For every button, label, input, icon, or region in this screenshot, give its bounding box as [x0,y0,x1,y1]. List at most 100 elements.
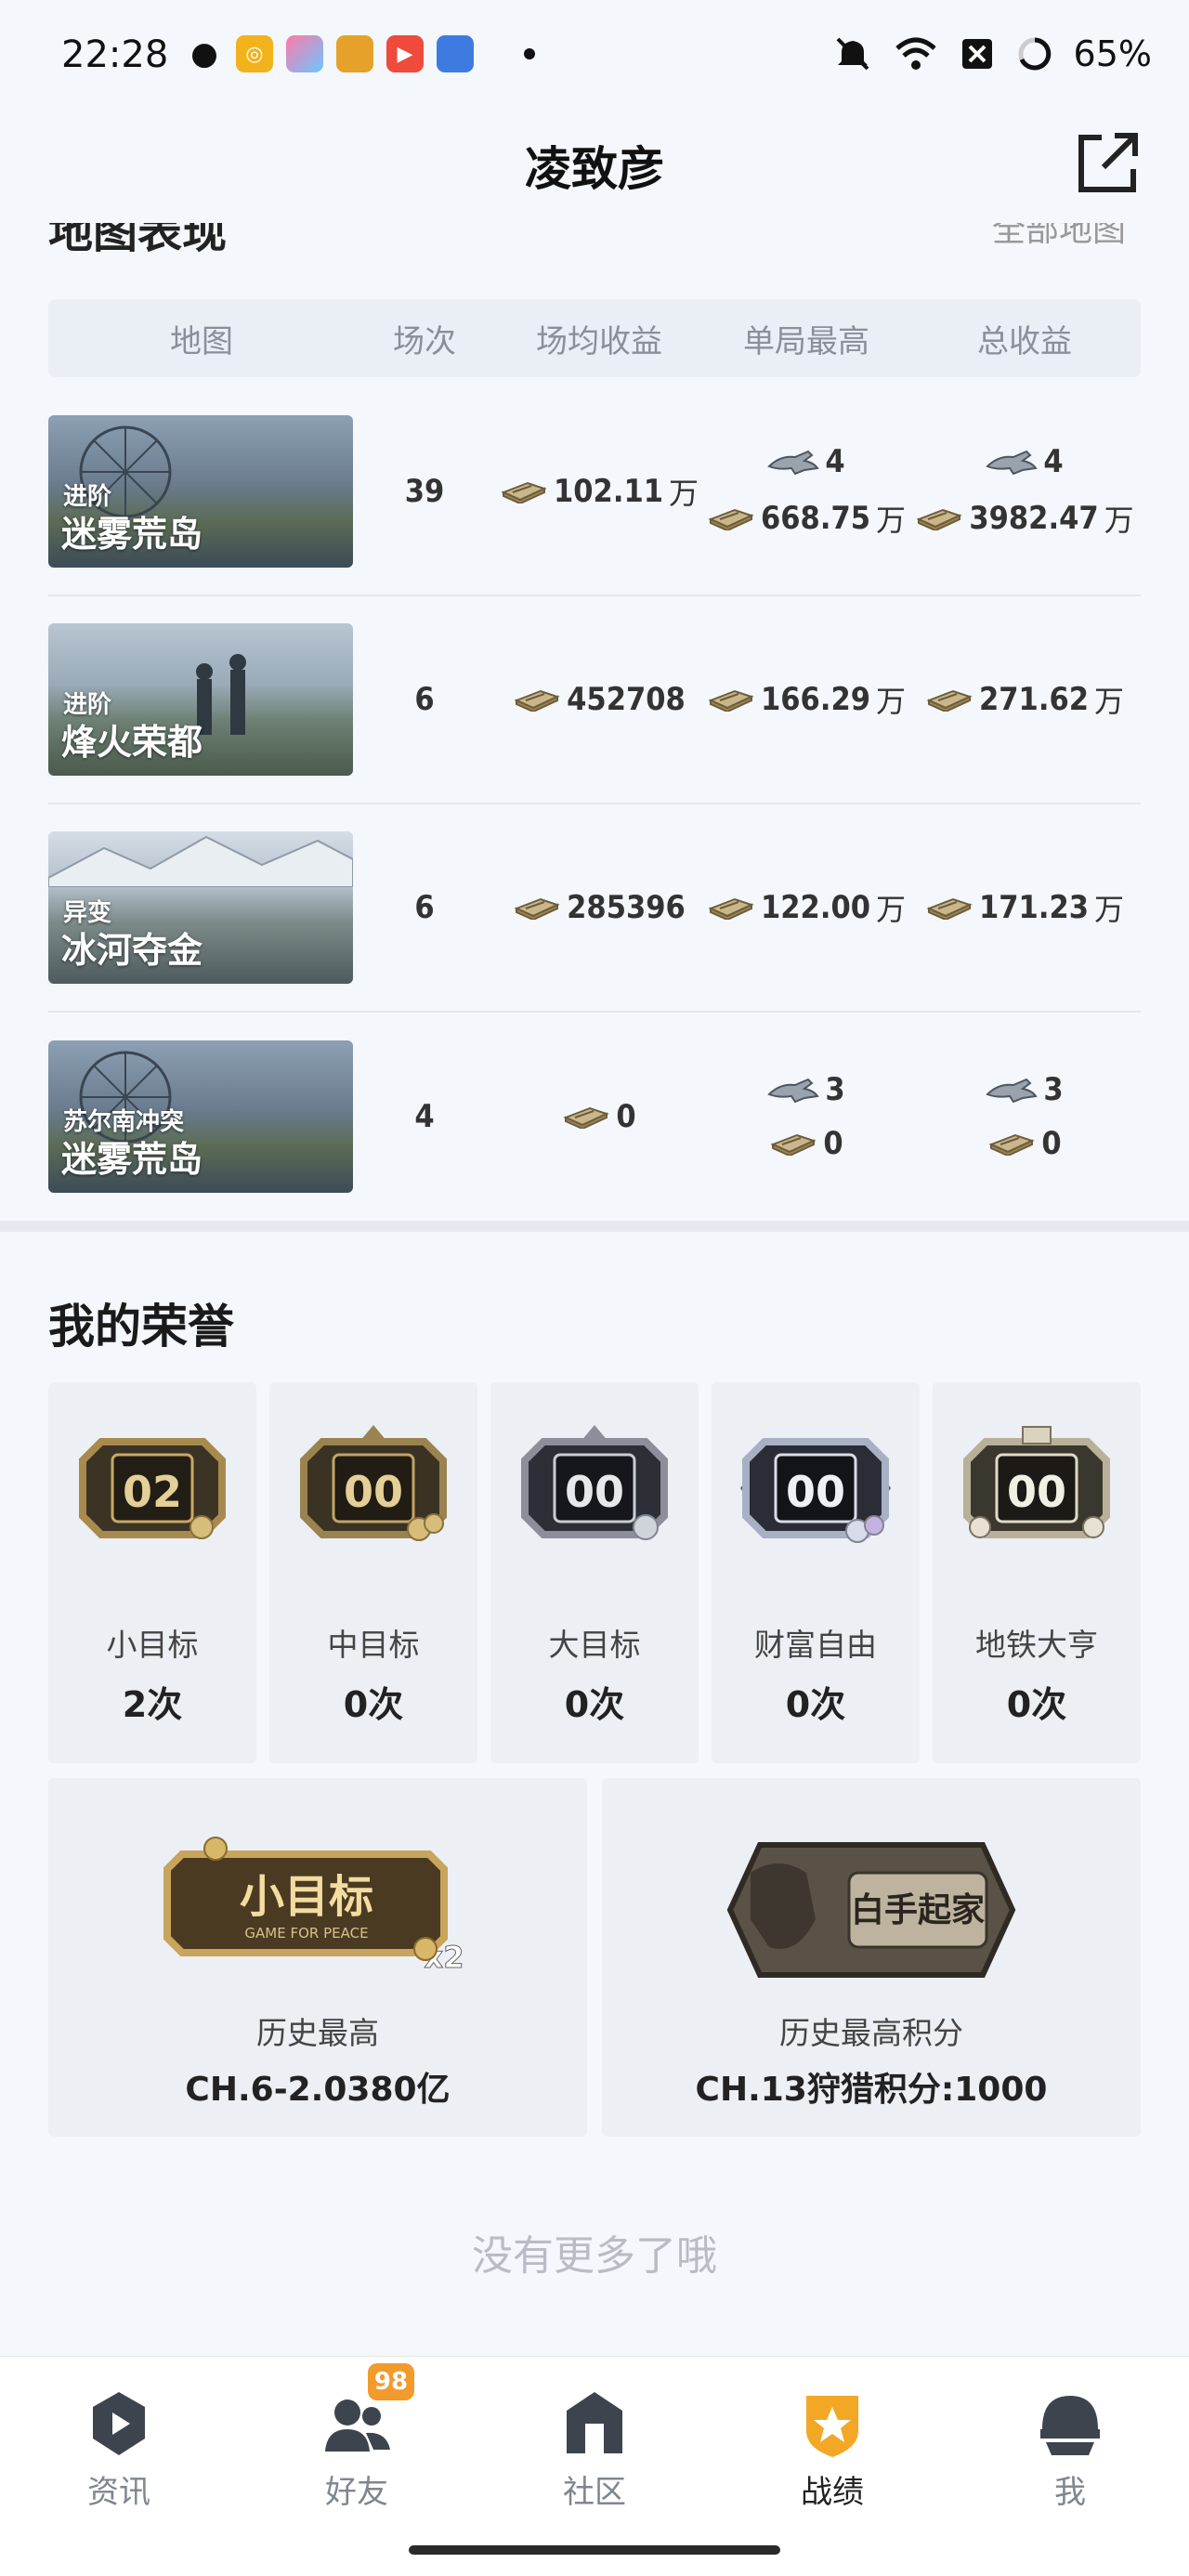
honor-badge[interactable]: 00 地铁大亨 0次 [933,1382,1141,1763]
badge-count: 0次 [785,1684,846,1725]
avg-earnings: 0 [616,1098,636,1135]
table-row[interactable]: 苏尔南冲突 迷雾荒岛 4 0 3 0 3 0 [48,1013,1141,1221]
total-unit: 万 [1104,503,1134,538]
honor-badge[interactable]: 00 财富自由 0次 [712,1382,920,1763]
best-unit: 万 [876,684,907,719]
total-plane-count: 3 [1043,1071,1064,1108]
highest-score-card[interactable]: 白手起家 历史最高积分 CH.13狩猎积分:1000 [602,1778,1141,2137]
avg-earnings: 285396 [567,889,686,926]
map-thumbnail[interactable]: 进阶 迷雾荒岛 [48,415,353,568]
best-earnings: 668.75 [760,500,871,537]
plaque-text: 小目标 [240,1871,373,1923]
map-performance-heading-peek: 地图表现 全部地图 [48,223,1144,264]
best-plane-count: 4 [825,443,845,480]
col-best-single: 单局最高 [743,322,869,360]
map-name: 迷雾荒岛 [61,514,203,555]
honor-badge[interactable]: 00 大目标 0次 [490,1382,699,1763]
plane-icon [986,448,1038,476]
badge-label: 大目标 [548,1627,641,1663]
bottom-nav: 资讯 好友 社区 战绩 我 [0,2356,1189,2576]
badge-number: 00 [565,1467,624,1517]
video-play-icon: ▶ [386,35,424,72]
honor-section-title: 我的荣誉 [48,1300,234,1353]
sim-blocked-icon [961,39,992,69]
honor-record-cards: 小目标 GAME FOR PEACE x2 历史最高 CH.6-2.0380亿 … [48,1778,1141,2137]
metro-tycoon-emblem-icon: 00 [963,1426,1110,1538]
table-row[interactable]: 异变 冰河夺金 6 285396 122.00 万 171.23 万 [48,804,1141,1013]
nav-label: 社区 [563,2474,626,2511]
end-of-list-note: 没有更多了哦 [472,2232,717,2280]
honor-badge[interactable]: 02 小目标 2次 [48,1382,256,1763]
big-goal-emblem-icon: 00 [521,1425,668,1540]
total-unit: 万 [1094,684,1125,719]
total-earnings: 171.23 [978,889,1090,926]
map-thumbnail[interactable]: 苏尔南冲突 迷雾荒岛 [48,1040,353,1193]
cash-icon [925,687,973,712]
card-value: CH.13狩猎积分:1000 [695,2071,1048,2109]
clock: 22:28 [61,33,169,76]
honor-badges: 02 小目标 2次 00 中目标 0次 00 大目标 0次 00 财富自由 0次… [48,1382,1141,1763]
cash-icon [513,896,561,920]
total-unit: 万 [1094,892,1125,927]
app-gallery-icon [286,35,323,72]
section-title-map-performance: 地图表现 [48,223,228,258]
wifi-icon [895,37,936,70]
self-made-plaque-icon: 白手起家 [726,1842,1016,1978]
map-thumbnail[interactable]: 异变 冰河夺金 [48,831,353,984]
table-row[interactable]: 进阶 烽火荣都 6 452708 166.29 万 271.62 万 [48,596,1141,804]
best-unit: 万 [876,892,907,927]
col-avg-earnings: 场均收益 [536,322,662,360]
best-earnings: 166.29 [760,681,871,718]
mute-icon [836,37,869,71]
medium-goal-emblem-icon: 00 [300,1425,447,1541]
wechat-icon: ● [190,35,218,72]
map-thumbnail[interactable]: 进阶 烽火荣都 [48,623,353,776]
plane-icon [767,448,819,476]
badge-label: 中目标 [327,1627,420,1663]
nav-item-friends[interactable]: 好友 [238,2357,476,2576]
card-value: CH.6-2.0380亿 [185,2071,451,2109]
nav-item-community[interactable]: 社区 [476,2357,713,2576]
mountains-graphic [48,835,353,887]
best-earnings: 122.00 [760,889,871,926]
cash-icon [915,506,963,530]
badge-count: 0次 [1006,1684,1067,1725]
cash-icon [707,896,755,920]
home-indicator[interactable] [409,2545,780,2555]
all-maps-link[interactable]: 全部地图 [992,223,1126,251]
badge-number: 00 [1007,1467,1066,1517]
best-plane-count: 3 [825,1071,845,1108]
section-divider [0,1221,1189,1232]
plane-icon [767,1076,819,1104]
notification-icons: ● ◎ ▶ [186,35,535,72]
cash-icon [513,687,561,712]
cash-icon [707,687,755,712]
map-table-header: 地图 场次 场均收益 单局最高 总收益 [48,299,1141,377]
nav-item-records[interactable]: 战绩 [713,2357,951,2576]
app-game-icon [336,35,373,72]
map-name: 迷雾荒岛 [61,1139,203,1180]
badge-label: 小目标 [106,1627,199,1663]
status-bar: 22:28 ● ◎ ▶ 65% [0,0,1189,111]
honor-badge[interactable]: 00 中目标 0次 [269,1382,477,1763]
cash-icon [769,1131,817,1156]
more-notifications-dot [524,48,535,59]
friends-unread-badge: 98 [368,2363,414,2400]
table-row[interactable]: 进阶 迷雾荒岛 39 102.11 万 4 668.75 万 4 3982.47 万 [48,388,1141,596]
total-earnings: 3982.47 [969,500,1099,537]
cash-icon [707,506,755,530]
games-count: 6 [414,889,435,926]
nav-label: 好友 [325,2474,388,2511]
badge-count: 0次 [564,1684,625,1725]
avg-earnings: 102.11 [553,473,664,510]
col-total-earnings: 总收益 [977,322,1072,360]
highest-record-card[interactable]: 小目标 GAME FOR PEACE x2 历史最高 CH.6-2.0380亿 [48,1778,587,2137]
nav-item-me[interactable]: 我 [951,2357,1189,2576]
nav-item-news[interactable]: 资讯 [0,2357,238,2576]
share-export-icon[interactable] [1074,128,1143,197]
map-name: 冰河夺金 [61,930,203,971]
total-plane-count: 4 [1043,443,1064,480]
badge-number: 02 [123,1467,182,1517]
best-unit: 万 [876,503,907,538]
total-earnings: 0 [1041,1125,1062,1162]
